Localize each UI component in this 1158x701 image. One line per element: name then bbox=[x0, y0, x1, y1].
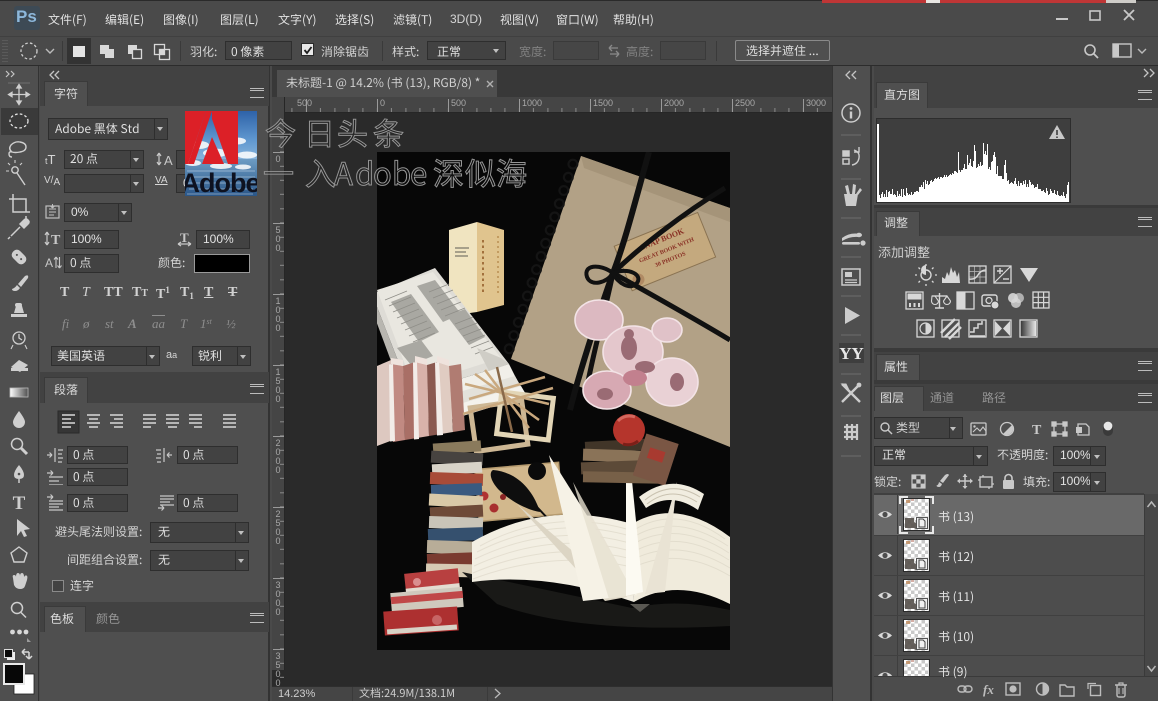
svg-text:1500: 1500 bbox=[593, 98, 613, 108]
svg-text:T: T bbox=[1032, 423, 1042, 438]
svg-text:T: T bbox=[13, 493, 26, 514]
svg-text:Adobe: Adobe bbox=[185, 168, 257, 196]
svg-text:0: 0 bbox=[275, 243, 280, 253]
svg-text:0: 0 bbox=[275, 323, 280, 333]
svg-text:2500: 2500 bbox=[735, 98, 755, 108]
svg-text:A: A bbox=[164, 153, 173, 167]
svg-text:fx: fx bbox=[983, 682, 994, 697]
svg-text:T: T bbox=[51, 233, 61, 247]
svg-text:0: 0 bbox=[275, 154, 280, 164]
svg-text:YY: YY bbox=[839, 344, 864, 363]
svg-text:0: 0 bbox=[275, 536, 280, 546]
svg-text:A: A bbox=[45, 256, 53, 270]
svg-text:T: T bbox=[180, 231, 189, 245]
svg-text:500: 500 bbox=[451, 98, 466, 108]
svg-text:500: 500 bbox=[297, 98, 312, 108]
svg-text:2000: 2000 bbox=[664, 98, 684, 108]
svg-text:0: 0 bbox=[275, 607, 280, 617]
svg-text:0: 0 bbox=[275, 465, 280, 475]
svg-text:3000: 3000 bbox=[806, 98, 826, 108]
svg-text:0: 0 bbox=[275, 678, 280, 686]
svg-text:1000: 1000 bbox=[522, 98, 542, 108]
svg-text:0: 0 bbox=[380, 98, 385, 108]
svg-text:0: 0 bbox=[275, 394, 280, 404]
